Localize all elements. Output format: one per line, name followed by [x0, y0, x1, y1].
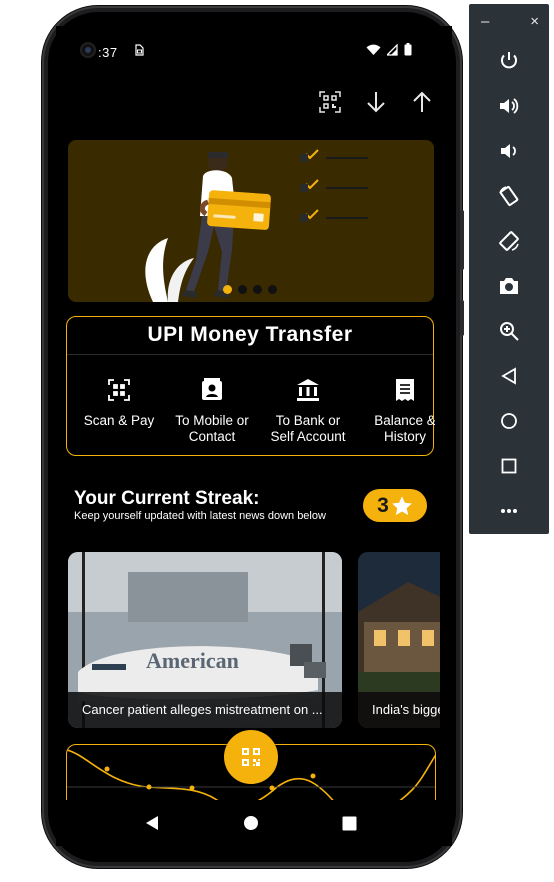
home-icon[interactable] — [240, 812, 262, 834]
carousel-dot[interactable] — [238, 285, 247, 294]
news-caption: India's bigge — [358, 692, 440, 728]
upi-item-label-2: Contact — [188, 429, 236, 444]
more-icon[interactable] — [489, 488, 529, 533]
volume-down-icon[interactable] — [489, 128, 529, 173]
streak-badge[interactable]: 3 — [363, 489, 427, 522]
rotate-right-icon[interactable] — [489, 218, 529, 263]
zoom-icon[interactable] — [489, 308, 529, 353]
star-icon — [391, 495, 412, 515]
to-mobile-contact-button[interactable]: To Mobile or Contact — [164, 377, 260, 445]
upi-item-label: Balance & — [374, 413, 435, 428]
camera-icon[interactable] — [489, 263, 529, 308]
qr-code-icon — [242, 748, 260, 766]
qr-scan-icon — [107, 377, 131, 403]
status-time: :37 — [98, 45, 118, 60]
news-caption: Cancer patient alleges mistreatment on .… — [68, 692, 342, 728]
banner-illustration — [145, 149, 368, 302]
system-navbar — [56, 800, 452, 846]
news-card[interactable]: American Cancer patient alleges mistreat… — [68, 552, 342, 728]
scan-qr-fab[interactable] — [224, 730, 278, 784]
home-icon[interactable] — [489, 398, 529, 443]
battery-icon — [404, 43, 412, 56]
upi-item-label-2: History — [383, 429, 426, 444]
front-camera — [82, 44, 94, 56]
download-arrow-icon[interactable] — [364, 90, 388, 114]
svg-text:American: American — [146, 648, 239, 673]
wifi-icon — [366, 44, 381, 55]
rotate-left-icon[interactable] — [489, 173, 529, 218]
streak-title: Your Current Streak: — [74, 488, 260, 509]
close-button[interactable]: × — [530, 13, 539, 30]
system-icons — [366, 43, 412, 56]
back-icon[interactable] — [489, 353, 529, 398]
sim-card-icon — [134, 44, 144, 59]
status-bar: :37 — [56, 26, 452, 62]
recents-icon[interactable] — [338, 812, 360, 834]
news-carousel: American Cancer patient alleges mistreat… — [68, 552, 440, 730]
upi-actions: Scan & Pay To Mobile or Contact To Bank … — [67, 377, 435, 447]
emulator-window-controls: – × — [469, 4, 549, 38]
upi-divider — [67, 354, 433, 355]
news-card[interactable]: India's bigge — [358, 552, 440, 728]
to-bank-account-button[interactable]: To Bank or Self Account — [260, 377, 356, 445]
upload-arrow-icon[interactable] — [410, 90, 434, 114]
top-actions — [318, 90, 434, 114]
minimize-button[interactable]: – — [481, 13, 489, 30]
upi-card: UPI Money Transfer Scan & Pay To Mobile … — [66, 316, 435, 456]
carousel-dot[interactable] — [223, 285, 232, 294]
scan-and-pay-button[interactable]: Scan & Pay — [71, 377, 167, 429]
phone-volume-button — [460, 210, 464, 270]
promo-banner[interactable] — [68, 140, 434, 302]
phone-power-button — [460, 300, 464, 336]
upi-item-label: Scan & Pay — [83, 413, 155, 428]
streak-count: 3 — [377, 493, 389, 517]
volume-up-icon[interactable] — [489, 83, 529, 128]
upi-item-label: To Mobile or — [175, 413, 249, 428]
receipt-icon — [393, 377, 417, 403]
streak-subtitle: Keep yourself updated with latest news d… — [74, 510, 326, 522]
signal-icon — [387, 43, 398, 56]
qr-scan-icon[interactable] — [318, 90, 342, 114]
carousel-dot[interactable] — [253, 285, 262, 294]
bank-icon — [296, 377, 320, 403]
upi-item-label: To Bank or — [275, 413, 341, 428]
balance-history-button[interactable]: Balance & History — [357, 377, 435, 445]
carousel-dot[interactable] — [268, 285, 277, 294]
emulator-tools — [469, 38, 549, 533]
app-screen: :37 UPI Money Transfer Scan & Pay To Mob… — [56, 26, 452, 800]
carousel-indicator — [223, 285, 277, 294]
power-icon[interactable] — [489, 38, 529, 83]
upi-item-label-2: Self Account — [270, 429, 346, 444]
back-icon[interactable] — [141, 812, 163, 834]
overview-icon[interactable] — [489, 443, 529, 488]
upi-title: UPI Money Transfer — [147, 323, 353, 346]
contact-book-icon — [200, 377, 224, 403]
emulator-toolbar: – × — [469, 4, 549, 534]
